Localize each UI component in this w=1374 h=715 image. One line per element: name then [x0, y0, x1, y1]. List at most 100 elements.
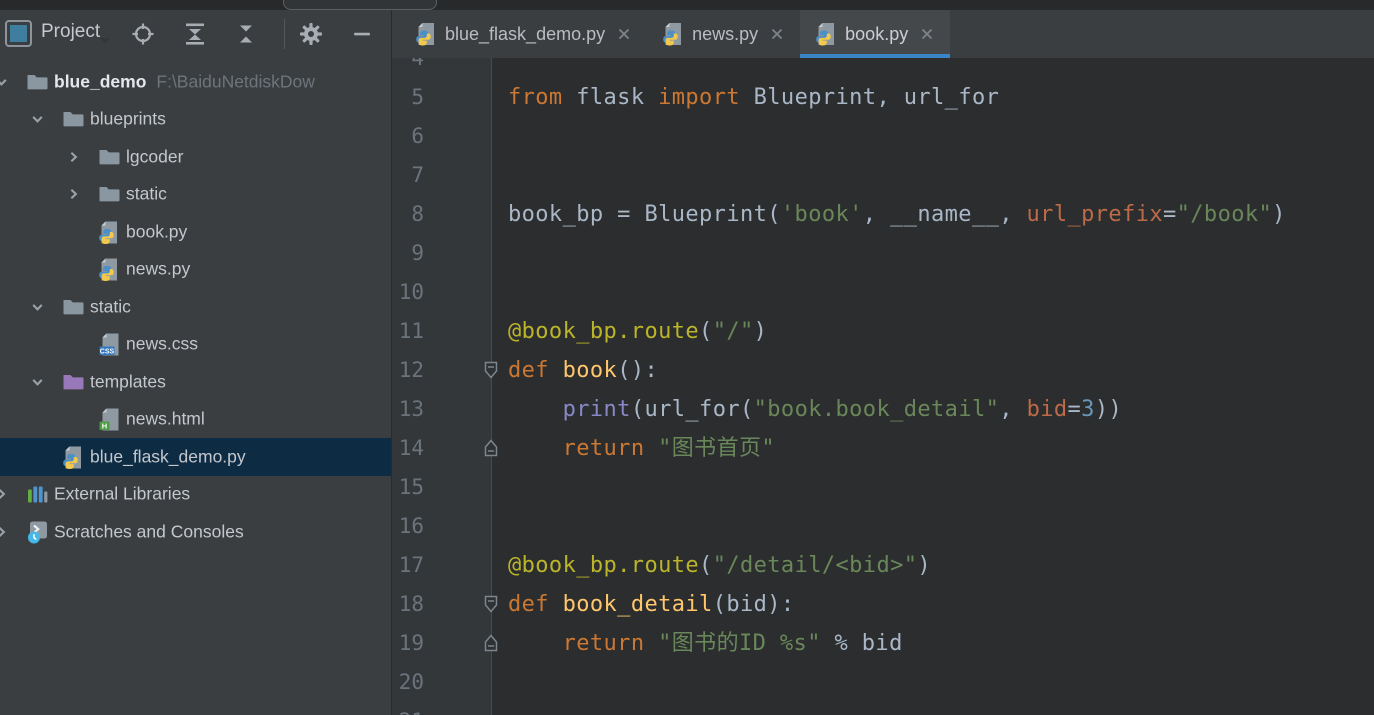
tree-item-scratches-and-consoles[interactable]: Scratches and Consoles: [0, 513, 391, 551]
folder-icon: [26, 70, 48, 93]
folder-icon: [98, 145, 120, 168]
line-number: 21: [392, 702, 424, 715]
code-line-16: 16: [392, 507, 1374, 546]
code-line-14: 14 return "图书首页": [392, 429, 1374, 468]
folder-icon: [62, 108, 84, 131]
tab-label: book.py: [845, 23, 909, 44]
chevron-down-icon[interactable]: [0, 74, 9, 89]
caret-down-icon[interactable]: [99, 32, 111, 50]
tab-label: blue_flask_demo.py: [445, 23, 606, 44]
code-line-9: 9: [392, 234, 1374, 273]
tree-item-label: Scratches and Consoles: [54, 521, 244, 542]
code-line-5: 5 from flask import Blueprint, url_for: [392, 78, 1374, 117]
external-libs-icon: [26, 483, 48, 506]
chevron-right-icon[interactable]: [0, 487, 9, 502]
line-number: 6: [411, 124, 424, 148]
close-icon[interactable]: [769, 26, 785, 42]
tree-item-label: blue_flask_demo.py: [90, 446, 246, 467]
python-file-icon: [98, 220, 120, 244]
tree-item-blue-demo[interactable]: blue_demo F:\BaiduNetdiskDow: [0, 63, 391, 101]
code-text: def book():: [508, 358, 659, 383]
tree-item-blueprints[interactable]: blueprints: [0, 101, 391, 139]
fold-end-marker-icon[interactable]: [482, 634, 500, 653]
tree-item-label: book.py: [126, 221, 188, 242]
tree-item-external-libraries[interactable]: External Libraries: [0, 476, 391, 514]
chevron-down-icon[interactable]: [30, 299, 45, 314]
tree-item-book-py[interactable]: book.py: [0, 213, 391, 251]
line-number: 18: [398, 592, 424, 616]
code-text: from flask import Blueprint, url_for: [508, 85, 1000, 110]
fold-start-marker-icon[interactable]: [482, 361, 500, 380]
chevron-right-icon[interactable]: [66, 187, 81, 202]
tree-item-blue-flask-demo-py[interactable]: blue_flask_demo.py: [0, 438, 391, 476]
expand-all-icon[interactable]: [182, 21, 208, 47]
collapse-all-icon[interactable]: [233, 21, 259, 47]
popup-fragment: [283, 0, 437, 10]
code-line-10: 10: [392, 273, 1374, 312]
line-number: 5: [411, 85, 424, 109]
code-line-13: 13 print(url_for("book.book_detail", bid…: [392, 390, 1374, 429]
python-file-icon: [98, 258, 120, 282]
tab-blue-flask-demo-py[interactable]: blue_flask_demo.py: [400, 10, 647, 58]
chevron-down-icon[interactable]: [30, 112, 45, 127]
folder-icon: [98, 183, 120, 206]
fold-start-marker-icon[interactable]: [482, 595, 500, 614]
project-tool-window-icon[interactable]: [5, 20, 32, 47]
tree-item-label: news.py: [126, 258, 191, 279]
editor-tab-bar: blue_flask_demo.py news.py book.py: [392, 10, 1374, 58]
tree-item-static[interactable]: static: [0, 288, 391, 326]
tab-book-py[interactable]: book.py: [800, 10, 951, 58]
tree-item-label: blueprints: [90, 108, 166, 129]
tab-news-py[interactable]: news.py: [647, 10, 800, 58]
code-line-15: 15: [392, 468, 1374, 507]
gear-icon[interactable]: [298, 21, 324, 47]
chevron-right-icon[interactable]: [66, 149, 81, 164]
chevron-down-icon[interactable]: [30, 374, 45, 389]
line-number: 16: [398, 514, 424, 538]
code-line-7: 7: [392, 156, 1374, 195]
fold-end-marker-icon[interactable]: [482, 439, 500, 458]
code-line-21: 21: [392, 702, 1374, 715]
folder-templates-icon: [62, 370, 84, 393]
pycharm-window: Project blue_demo F:\BaiduNetdiskDowbluep…: [0, 0, 1374, 715]
hide-panel-icon[interactable]: [349, 21, 375, 47]
tree-item-label: static: [90, 296, 131, 317]
window-top-strip: [0, 0, 1374, 10]
project-panel-title[interactable]: Project: [41, 21, 100, 43]
line-number: 17: [398, 553, 424, 577]
code-layer: 4 5 from flask import Blueprint, url_for 6 7…: [392, 58, 1374, 715]
code-line-4: 4: [392, 58, 1374, 78]
code-line-19: 19 return "图书的ID %s" % bid: [392, 624, 1374, 663]
code-editor[interactable]: 4 5 from flask import Blueprint, url_for 6 7…: [392, 58, 1374, 715]
html-file-icon: H: [98, 408, 120, 431]
folder-icon: [62, 295, 84, 318]
tree-item-static[interactable]: static: [0, 176, 391, 214]
code-line-12: 12 def book():: [392, 351, 1374, 390]
code-line-8: 8 book_bp = Blueprint('book', __name__, u…: [392, 195, 1374, 234]
tree-item-label: blue_demo F:\BaiduNetdiskDow: [54, 71, 315, 92]
close-icon[interactable]: [616, 26, 632, 42]
code-text: def book_detail(bid):: [508, 592, 795, 617]
line-number: 14: [398, 436, 424, 460]
tree-item-news-css[interactable]: CSS news.css: [0, 326, 391, 364]
line-number: 10: [398, 280, 424, 304]
locate-icon[interactable]: [130, 21, 156, 47]
code-line-11: 11 @book_bp.route("/"): [392, 312, 1374, 351]
tree-item-news-html[interactable]: Hnews.html: [0, 401, 391, 439]
tree-item-label: External Libraries: [54, 483, 191, 504]
line-number: 7: [411, 163, 424, 187]
python-file-icon: [62, 445, 84, 469]
tree-item-path: F:\BaiduNetdiskDow: [156, 71, 315, 92]
tree-item-lgcoder[interactable]: lgcoder: [0, 138, 391, 176]
tree-item-templates[interactable]: templates: [0, 363, 391, 401]
tree-item-news-py[interactable]: news.py: [0, 251, 391, 289]
svg-text:H: H: [102, 422, 107, 431]
tab-label: news.py: [692, 23, 759, 44]
line-number: 12: [398, 358, 424, 382]
scratches-icon: [26, 520, 48, 544]
tree-item-label: news.css: [126, 333, 198, 354]
chevron-right-icon[interactable]: [0, 524, 9, 539]
close-icon[interactable]: [919, 26, 935, 42]
line-number: 11: [398, 319, 424, 343]
tree-item-label: templates: [90, 371, 166, 392]
